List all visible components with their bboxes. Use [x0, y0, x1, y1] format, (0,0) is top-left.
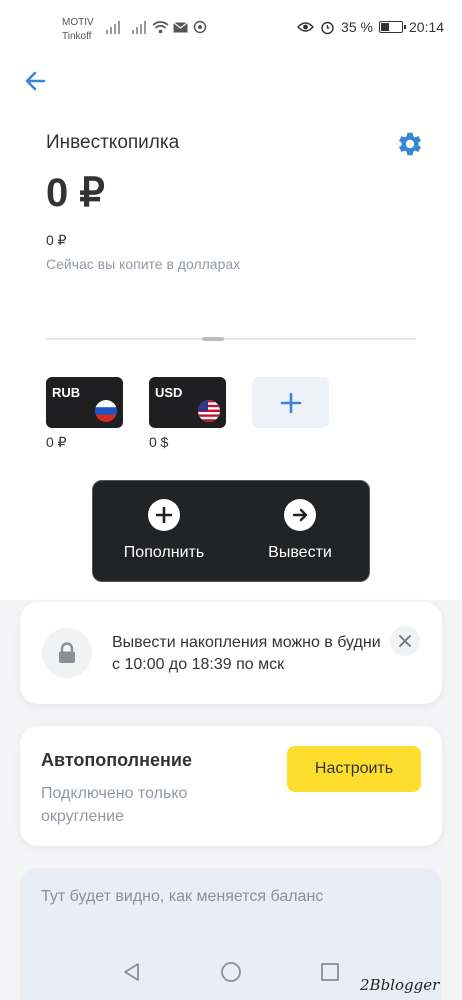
- recents-square-icon[interactable]: [318, 960, 342, 984]
- carrier-line-2: Tinkoff: [62, 31, 92, 42]
- clock: 20:14: [408, 19, 444, 35]
- total-amount: 0 ₽: [46, 171, 105, 215]
- lock-icon: [42, 628, 92, 678]
- topup-button[interactable]: Пополнить: [109, 499, 219, 562]
- arrow-right-circle-icon: [284, 499, 316, 531]
- currency-card-usd[interactable]: USD: [149, 377, 226, 428]
- autofill-subtitle: Подключено только округление: [41, 785, 188, 825]
- withdraw-schedule-notice: Вывести накопления можно в будни с 10:00…: [20, 602, 442, 704]
- home-circle-icon[interactable]: [219, 960, 243, 984]
- eye-icon: [297, 22, 314, 32]
- actions-panel: Пополнить Вывести: [92, 480, 370, 582]
- carrier-line-1: MOTIV: [62, 17, 94, 28]
- notice-text: Вывести накопления можно в будни с 10:00…: [112, 634, 381, 673]
- autofill-card: Автопополнение Подключено только округле…: [20, 726, 442, 846]
- signal-icon: [106, 20, 120, 34]
- status-bar: MOTIV Tinkoff 35 % 20:14: [0, 0, 462, 56]
- signal-icon: [132, 20, 146, 34]
- arrow-left-icon[interactable]: [22, 66, 52, 96]
- currency-balance-usd: 0 $: [149, 434, 169, 450]
- configure-button[interactable]: Настроить: [287, 746, 421, 792]
- divider: [46, 338, 416, 340]
- close-icon[interactable]: [390, 626, 420, 656]
- withdraw-label: Вывести: [268, 544, 332, 561]
- wifi-icon: [152, 21, 169, 34]
- gear-icon[interactable]: [396, 130, 424, 158]
- currency-code: USD: [155, 385, 183, 400]
- carrier-info: MOTIV Tinkoff: [62, 16, 94, 44]
- back-triangle-icon[interactable]: [120, 960, 144, 984]
- plus-icon: [280, 392, 301, 413]
- topup-label: Пополнить: [123, 544, 205, 561]
- add-currency-button[interactable]: [252, 377, 329, 428]
- currency-card-rub[interactable]: RUB: [46, 377, 123, 428]
- saving-currency-hint: Сейчас вы копите в долларах: [46, 256, 241, 272]
- battery-percent: 35 %: [341, 19, 373, 35]
- russia-flag-icon: [95, 400, 117, 422]
- alarm-icon: [321, 21, 334, 34]
- autofill-title: Автопополнение: [41, 750, 192, 770]
- page-title: Инвесткопилка: [46, 132, 180, 153]
- watermark: 2Bblogger: [360, 976, 440, 994]
- usa-flag-icon: [198, 400, 220, 422]
- mail-icon: [173, 22, 188, 33]
- status-right: 35 % 20:14: [297, 19, 444, 35]
- currency-balance-rub: 0 ₽: [46, 434, 67, 450]
- battery-icon: [378, 21, 406, 33]
- balance-chart-placeholder: Тут будет видно, как меняется баланс: [41, 888, 324, 905]
- currency-code: RUB: [52, 385, 81, 400]
- withdraw-button[interactable]: Вывести: [245, 499, 355, 562]
- plus-circle-icon: [148, 499, 180, 531]
- sub-amount: 0 ₽: [46, 232, 67, 248]
- slider-handle[interactable]: [202, 337, 224, 341]
- bell-icon: [193, 20, 207, 34]
